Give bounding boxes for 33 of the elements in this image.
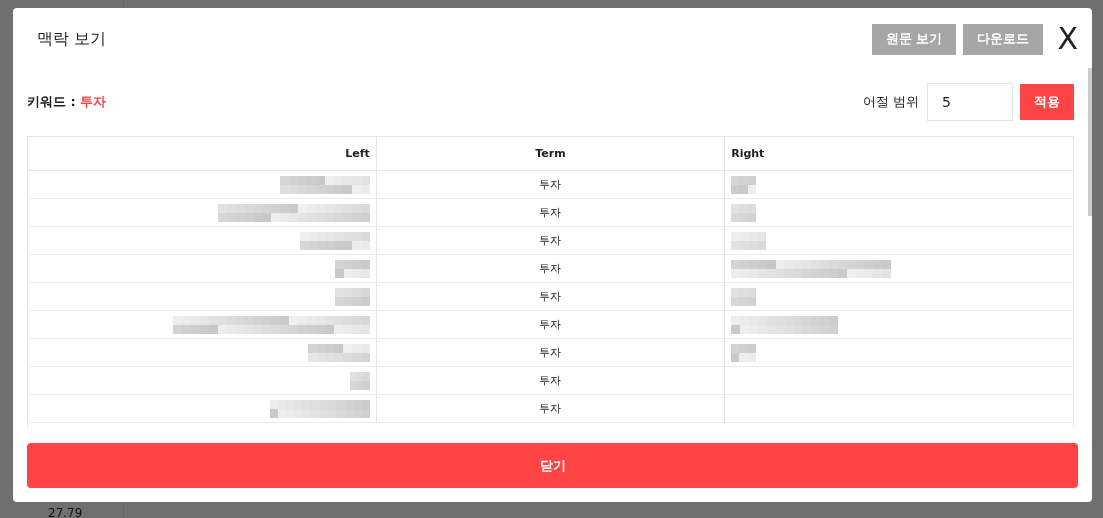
- apply-button[interactable]: 적용: [1020, 84, 1074, 120]
- close-button[interactable]: X: [1057, 24, 1078, 54]
- redacted-text: [731, 287, 757, 306]
- table-cell: 투자: [376, 366, 725, 395]
- table-cell: 투자: [376, 170, 725, 199]
- redacted-text: [299, 231, 370, 250]
- table-cell: 투자: [376, 282, 725, 311]
- column-header: Left: [28, 137, 377, 171]
- table-cell: 투자: [376, 310, 725, 339]
- column-header: Right: [724, 137, 1073, 171]
- table-cell: 투자: [376, 198, 725, 227]
- table-cell: 투자: [376, 338, 725, 367]
- redacted-text: [334, 259, 370, 278]
- toolbar-button[interactable]: 원문 보기: [871, 23, 957, 55]
- redacted-text: [349, 371, 370, 390]
- redacted-text: [334, 287, 370, 306]
- range-input[interactable]: 5: [927, 83, 1013, 121]
- redacted-text: [731, 203, 757, 222]
- redacted-text: [731, 343, 757, 362]
- redacted-text: [731, 175, 757, 194]
- scrollbar[interactable]: [1088, 68, 1092, 216]
- redacted-text: [731, 231, 767, 250]
- background-value: 27.79: [48, 506, 83, 518]
- close-button[interactable]: 닫기: [27, 443, 1078, 488]
- column-header: Term: [376, 137, 725, 171]
- table-cell: 투자: [376, 254, 725, 283]
- table-cell: 투자: [376, 226, 725, 255]
- toolbar-button[interactable]: 다운로드: [963, 23, 1044, 55]
- table-cell: 투자: [376, 394, 725, 423]
- keyword-label: 키워드 : 투자: [27, 93, 108, 111]
- redacted-text: [307, 343, 370, 362]
- range-label: 어절 범위: [862, 93, 919, 111]
- dialog-title: 맥락 보기: [37, 28, 108, 50]
